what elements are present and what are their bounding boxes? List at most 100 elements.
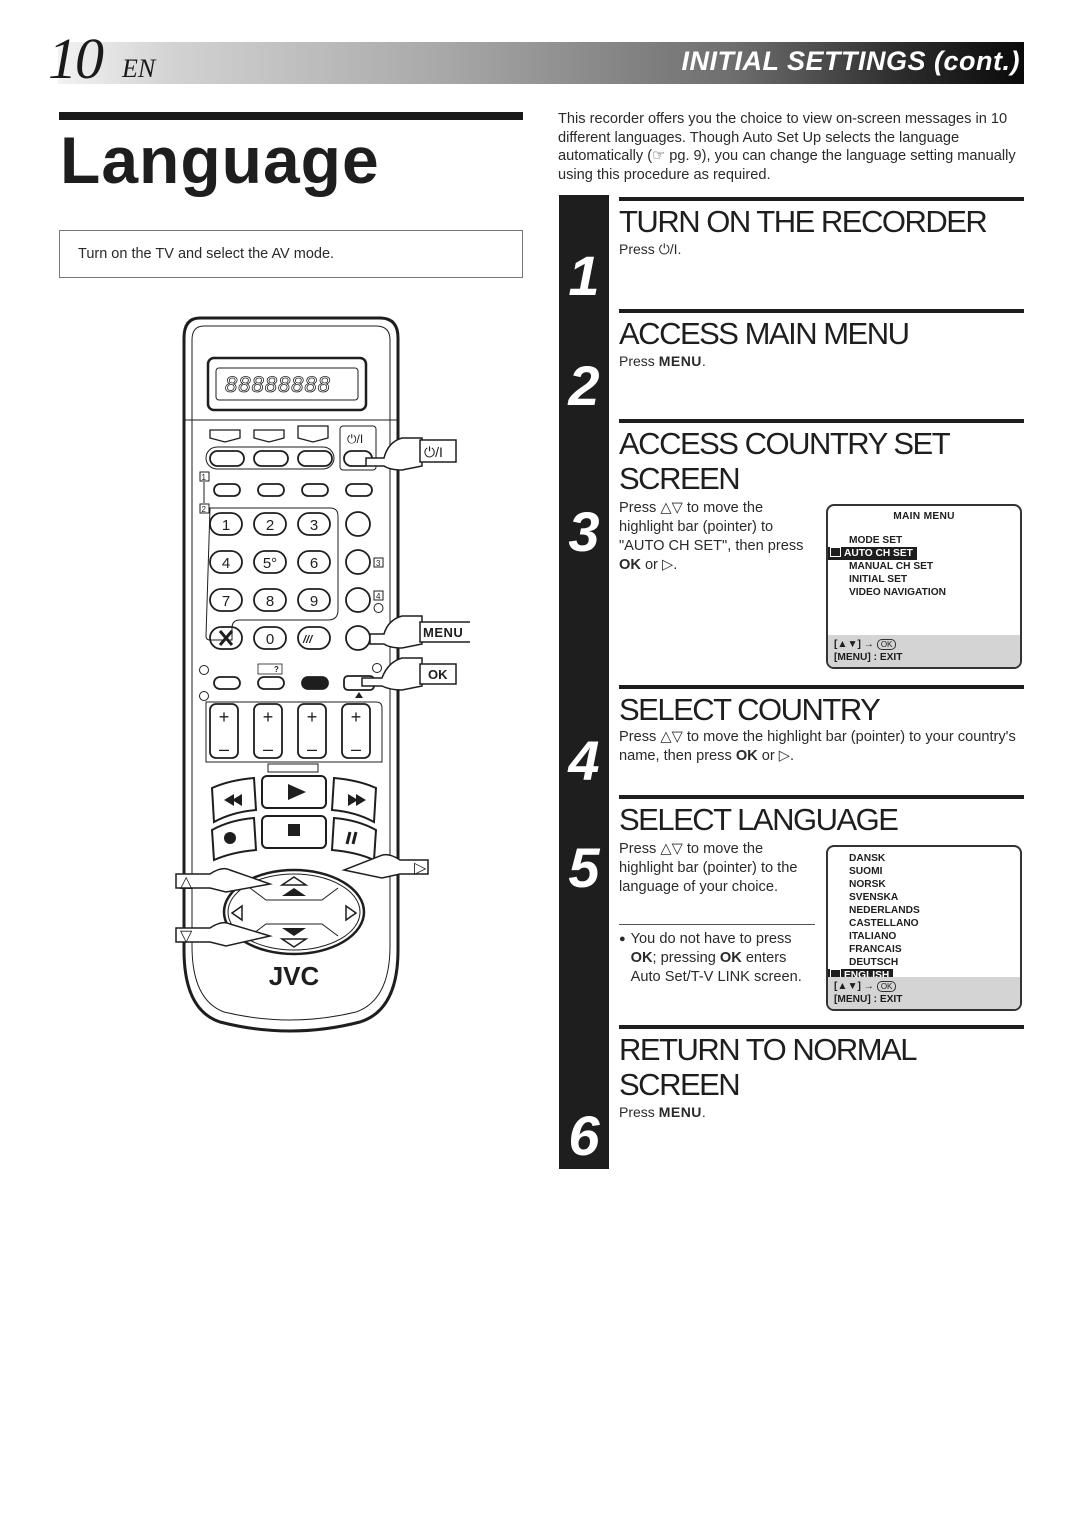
- step-1: TURN ON THE RECORDER Press ⏻/I.: [619, 197, 1024, 259]
- svg-text:9: 9: [310, 593, 318, 610]
- osd-language-item[interactable]: CASTELLANO: [828, 917, 1020, 930]
- prerequisite-text: Turn on the TV and select the AV mode.: [78, 246, 335, 262]
- section-title: INITIAL SETTINGS (cont.): [681, 46, 1020, 76]
- osd-language-item[interactable]: SVENSKA: [828, 891, 1020, 904]
- step-heading: TURN ON THE RECORDER: [619, 204, 988, 239]
- step-number-bar: [559, 195, 609, 1169]
- nav-up-icon: [282, 888, 306, 896]
- hand-pointer-menu: [369, 615, 423, 649]
- step-2: ACCESS MAIN MENU Press MENU.: [619, 309, 1024, 371]
- nav-down-icon: [282, 928, 306, 936]
- step-heading-line2: SCREEN: [619, 461, 741, 496]
- svg-text:7: 7: [222, 593, 230, 610]
- svg-text:6: 6: [310, 555, 318, 572]
- remote-func-button-3: [297, 450, 333, 467]
- step-rule: [619, 419, 1024, 423]
- page-title: Language: [60, 123, 380, 197]
- step-rule: [619, 795, 1024, 799]
- svg-text:+: +: [307, 707, 318, 727]
- svg-text:1: 1: [222, 517, 230, 534]
- menu-key-label: MENU: [658, 1104, 702, 1120]
- step-rule: [619, 685, 1024, 689]
- fast-forward-icon: [348, 794, 366, 806]
- step-heading-line1: RETURN TO NORMAL: [619, 1032, 917, 1067]
- step-rule: [619, 1025, 1024, 1029]
- main-menu-osd: MAIN MENU MODE SET AUTO CH SET MANUAL CH…: [826, 504, 1022, 669]
- osd-language-item[interactable]: NORSK: [828, 878, 1020, 891]
- osd-language-item[interactable]: FRANCAIS: [828, 943, 1020, 956]
- osd-footer: [▲▼] → OK [MENU] : EXIT: [828, 977, 1020, 1009]
- page-number: 10: [48, 26, 104, 91]
- intro-paragraph: This recorder offers you the choice to v…: [558, 111, 1016, 183]
- osd-language-item[interactable]: NEDERLANDS: [828, 904, 1020, 917]
- step-instruction: Press △▽ to move the highlight bar (poin…: [619, 729, 1016, 764]
- osd-language-item[interactable]: ITALIANO: [828, 930, 1020, 943]
- step-instruction: Press △▽ to move the highlight bar (poin…: [619, 841, 798, 895]
- svg-text:2: 2: [266, 517, 274, 534]
- step-number-4: 4: [568, 729, 600, 792]
- svg-text:+: +: [263, 707, 274, 727]
- step-instruction: Press MENU.: [619, 1104, 706, 1120]
- osd-exit-hint: [MENU] : EXIT: [834, 652, 903, 663]
- hand-pointer-ok: [361, 657, 423, 691]
- step-number-3: 3: [568, 500, 600, 563]
- svg-text:5°: 5°: [263, 555, 277, 572]
- nav-down-outline-icon: [279, 938, 309, 948]
- step-number-5: 5: [568, 836, 600, 899]
- page-language-code: EN: [122, 54, 156, 83]
- svg-text:+: +: [219, 707, 230, 727]
- step-heading-line1: ACCESS COUNTRY SET: [619, 426, 951, 461]
- svg-text:3: 3: [310, 517, 318, 534]
- step-heading-line2: SCREEN: [619, 1067, 741, 1102]
- step-rule: [619, 197, 1024, 201]
- step-number-6: 6: [568, 1104, 600, 1167]
- osd-menu-item[interactable]: VIDEO NAVIGATION: [828, 586, 1020, 599]
- step-rule: [619, 309, 1024, 313]
- osd-language-item[interactable]: DEUTSCH: [828, 956, 1020, 969]
- pointer-icon: [830, 547, 841, 557]
- pause-icon: [345, 831, 358, 845]
- step-instruction: Press ⏻/I.: [619, 241, 682, 257]
- svg-text:1: 1: [202, 473, 207, 482]
- remote-func-button-1: [209, 450, 245, 467]
- ok-icon: OK: [876, 639, 897, 650]
- remote-menu-button: [345, 625, 371, 651]
- remote-power-label: ⏻/I: [347, 432, 363, 446]
- title-rule: [59, 112, 523, 120]
- osd-menu-item[interactable]: MANUAL CH SET: [828, 560, 1020, 573]
- callout-power-label: ⏻/I: [424, 444, 443, 460]
- osd-language-item[interactable]: SUOMI: [828, 865, 1020, 878]
- osd-menu-item[interactable]: MODE SET: [828, 534, 1020, 547]
- svg-text:–: –: [351, 739, 361, 759]
- jvc-logo: JVC: [269, 961, 320, 991]
- svg-text:4: 4: [222, 555, 230, 572]
- osd-title: MAIN MENU: [893, 511, 955, 522]
- stop-icon: [288, 824, 300, 836]
- svg-text:–: –: [307, 739, 317, 759]
- remote-cancel-x-icon: [218, 630, 234, 646]
- ok-icon: OK: [876, 981, 897, 992]
- nav-left-icon: [230, 904, 243, 922]
- svg-text:–: –: [219, 739, 229, 759]
- ok-key-label: OK: [619, 557, 641, 573]
- language-osd: DANSK SUOMI NORSK SVENSKA NEDERLANDS CAS…: [826, 845, 1022, 1011]
- step-5-note: ● You do not have to press OK; pressing …: [619, 930, 819, 987]
- callout-up-label: △: [180, 874, 193, 891]
- svg-text:?: ?: [274, 665, 279, 674]
- osd-footer: [▲▼] → OK [MENU] : EXIT: [828, 635, 1020, 667]
- step-4: SELECT COUNTRY Press △▽ to move the high…: [619, 685, 1024, 766]
- record-icon: [224, 832, 236, 844]
- remote-control-svg: 88888888 ⏻/I 1 2 1 2 3 4 5° 6 7 8 9 0 //…: [175, 316, 473, 1033]
- step-heading: SELECT LANGUAGE: [619, 802, 899, 837]
- osd-menu-item-selected[interactable]: AUTO CH SET: [828, 547, 1020, 560]
- power-key-label: ⏻/I: [658, 241, 678, 257]
- callout-right-label: ▷: [414, 860, 427, 877]
- svg-text:–: –: [263, 739, 273, 759]
- osd-menu-item[interactable]: INITIAL SET: [828, 573, 1020, 586]
- osd-language-item[interactable]: DANSK: [828, 852, 1020, 865]
- rewind-icon: [224, 794, 242, 806]
- svg-text:2: 2: [202, 505, 207, 514]
- osd-exit-hint: [MENU] : EXIT: [834, 994, 903, 1005]
- remote-display-digits: 88888888: [225, 372, 331, 397]
- menu-key-label: MENU: [658, 353, 702, 369]
